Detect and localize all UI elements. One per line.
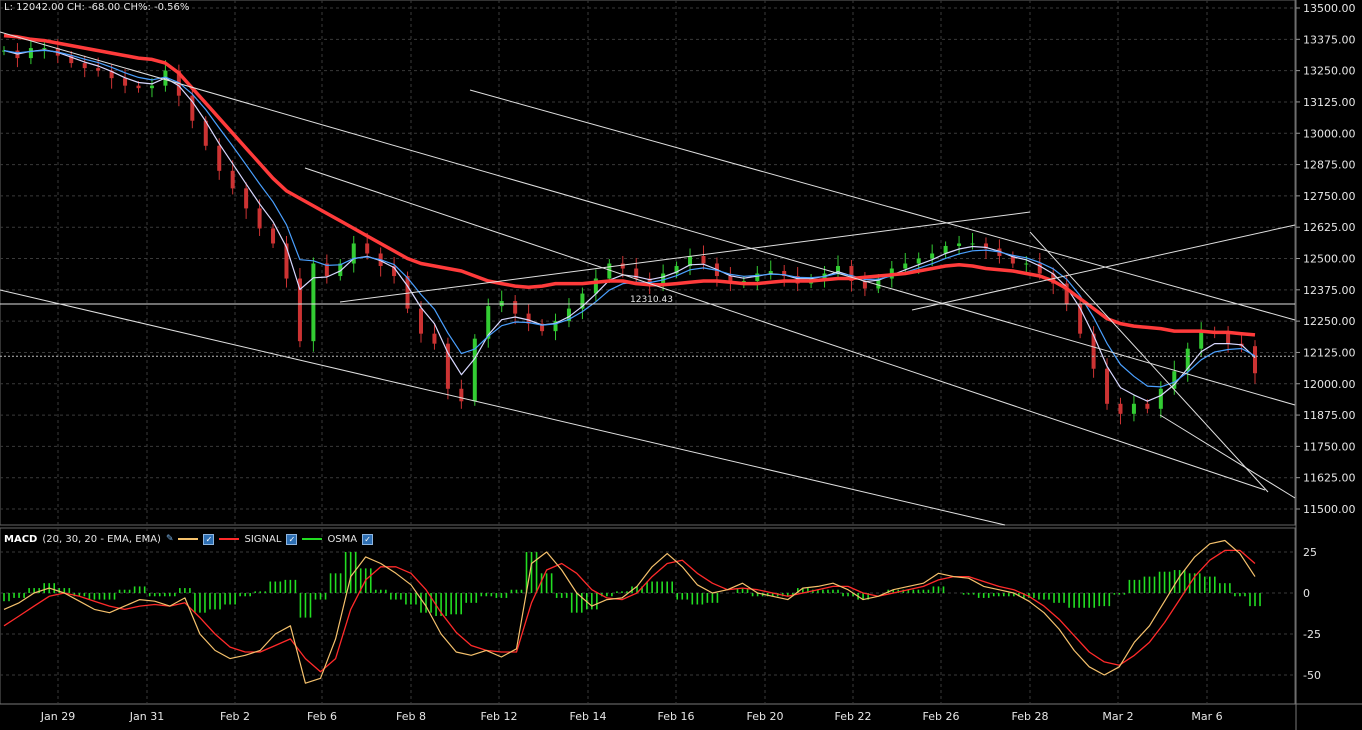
candle-body <box>42 48 47 50</box>
price-tick-label: 12750.00 <box>1303 190 1356 203</box>
date-tick-label: Jan 29 <box>40 710 75 723</box>
chart-canvas: Jan 29 Jan 31 Feb 2 Feb 6 Feb 8 Feb 12 Feb 14 F… <box>0 0 1362 730</box>
price-tick-label: 13000.00 <box>1303 127 1356 140</box>
candle-body <box>149 85 154 89</box>
candle-body <box>970 243 975 245</box>
macd-tick-label: 0 <box>1303 587 1310 600</box>
candle-body <box>768 271 773 274</box>
date-tick-label: Feb 6 <box>307 710 337 723</box>
candle-body <box>1131 403 1136 414</box>
date-tick-label: Feb 2 <box>220 710 250 723</box>
price-tick-label: 11875.00 <box>1303 409 1356 422</box>
price-tick-label: 12500.00 <box>1303 253 1356 266</box>
price-tick-label: 11625.00 <box>1303 472 1356 485</box>
macd-tick-label: 25 <box>1303 546 1317 559</box>
price-tick-label: 13375.00 <box>1303 33 1356 46</box>
candle-body <box>916 258 921 264</box>
macd-line-swatch <box>178 538 199 540</box>
price-tick-label: 13250.00 <box>1303 65 1356 78</box>
candle-body <box>930 253 935 259</box>
candle-body <box>1024 263 1029 265</box>
date-tick-label: Feb 14 <box>570 710 607 723</box>
candle-body <box>701 255 706 264</box>
candle-body <box>311 263 316 342</box>
date-tick-label: Feb 8 <box>396 710 426 723</box>
candle-body <box>271 228 276 244</box>
signal-line-swatch <box>219 538 240 540</box>
osma-toggle-checkbox[interactable]: ✓ <box>362 533 374 545</box>
macd-tick-label: -50 <box>1303 669 1321 682</box>
candle-body <box>1253 346 1257 374</box>
candle-body <box>432 333 437 344</box>
price-tick-label: 12625.00 <box>1303 221 1356 234</box>
date-tick-label: Jan 31 <box>129 710 164 723</box>
candle-body <box>1118 403 1123 414</box>
macd-legend: MACD (20, 30, 20 - EMA, EMA) ✎ ✓ SIGNAL … <box>4 532 374 546</box>
candle-body <box>1158 388 1163 409</box>
candle-body <box>1105 368 1110 404</box>
candle-body <box>136 85 141 89</box>
candle-body <box>620 263 625 269</box>
price-tick-label: 12875.00 <box>1303 159 1356 172</box>
candle-body <box>957 243 962 246</box>
candle-body <box>459 388 464 402</box>
date-tick-label: Feb 16 <box>658 710 695 723</box>
date-tick-label: Feb 28 <box>1012 710 1049 723</box>
candle-body <box>755 273 760 282</box>
price-tick-label: 12125.00 <box>1303 346 1356 359</box>
candle-body <box>1226 333 1231 344</box>
date-tick-label: Feb 26 <box>923 710 960 723</box>
price-tick-label: 12375.00 <box>1303 284 1356 297</box>
candle-body <box>28 48 33 59</box>
candle-body <box>903 263 908 269</box>
macd-title: MACD <box>4 533 38 545</box>
macd-tick-label: -25 <box>1303 628 1321 641</box>
osma-label: OSMA <box>327 533 358 545</box>
price-tick-label: 13125.00 <box>1303 96 1356 109</box>
candle-body <box>943 245 948 254</box>
price-tick-label: 11750.00 <box>1303 440 1356 453</box>
price-tick-label: 11500.00 <box>1303 503 1356 516</box>
candle-body <box>365 243 370 254</box>
candle-body <box>230 170 235 189</box>
macd-panel <box>0 527 1296 705</box>
osma-swatch <box>302 538 323 540</box>
macd-params: (20, 30, 20 - EMA, EMA) <box>42 533 161 545</box>
date-tick-label: Mar 6 <box>1191 710 1222 723</box>
edit-pen-icon[interactable]: ✎ <box>166 534 174 544</box>
price-tick-label: 12000.00 <box>1303 378 1356 391</box>
price-tick-label: 13500.00 <box>1303 2 1356 15</box>
candle-body <box>96 68 101 71</box>
candle-body <box>419 308 423 334</box>
candle-body <box>661 273 666 284</box>
candle-body <box>244 188 249 209</box>
candle-body <box>257 208 262 229</box>
signal-toggle-checkbox[interactable]: ✓ <box>286 533 298 545</box>
candle-body <box>82 63 87 69</box>
date-tick-label: Feb 22 <box>835 710 872 723</box>
price-tick-label: 12250.00 <box>1303 315 1356 328</box>
candle-body <box>217 145 222 171</box>
horizontal-line-price-label: 12310.43 <box>630 295 673 305</box>
price-summary: L: 12042.00 CH: -68.00 CH%: -0.56% <box>4 2 190 13</box>
candle-body <box>1145 403 1150 409</box>
candle-body <box>123 78 128 86</box>
candle-body <box>513 301 518 314</box>
date-tick-label: Mar 2 <box>1102 710 1133 723</box>
macd-toggle-checkbox[interactable]: ✓ <box>203 533 215 545</box>
signal-label: SIGNAL <box>244 533 282 545</box>
candle-body <box>1199 331 1204 349</box>
date-tick-label: Feb 20 <box>747 710 784 723</box>
date-tick-label: Feb 12 <box>481 710 518 723</box>
